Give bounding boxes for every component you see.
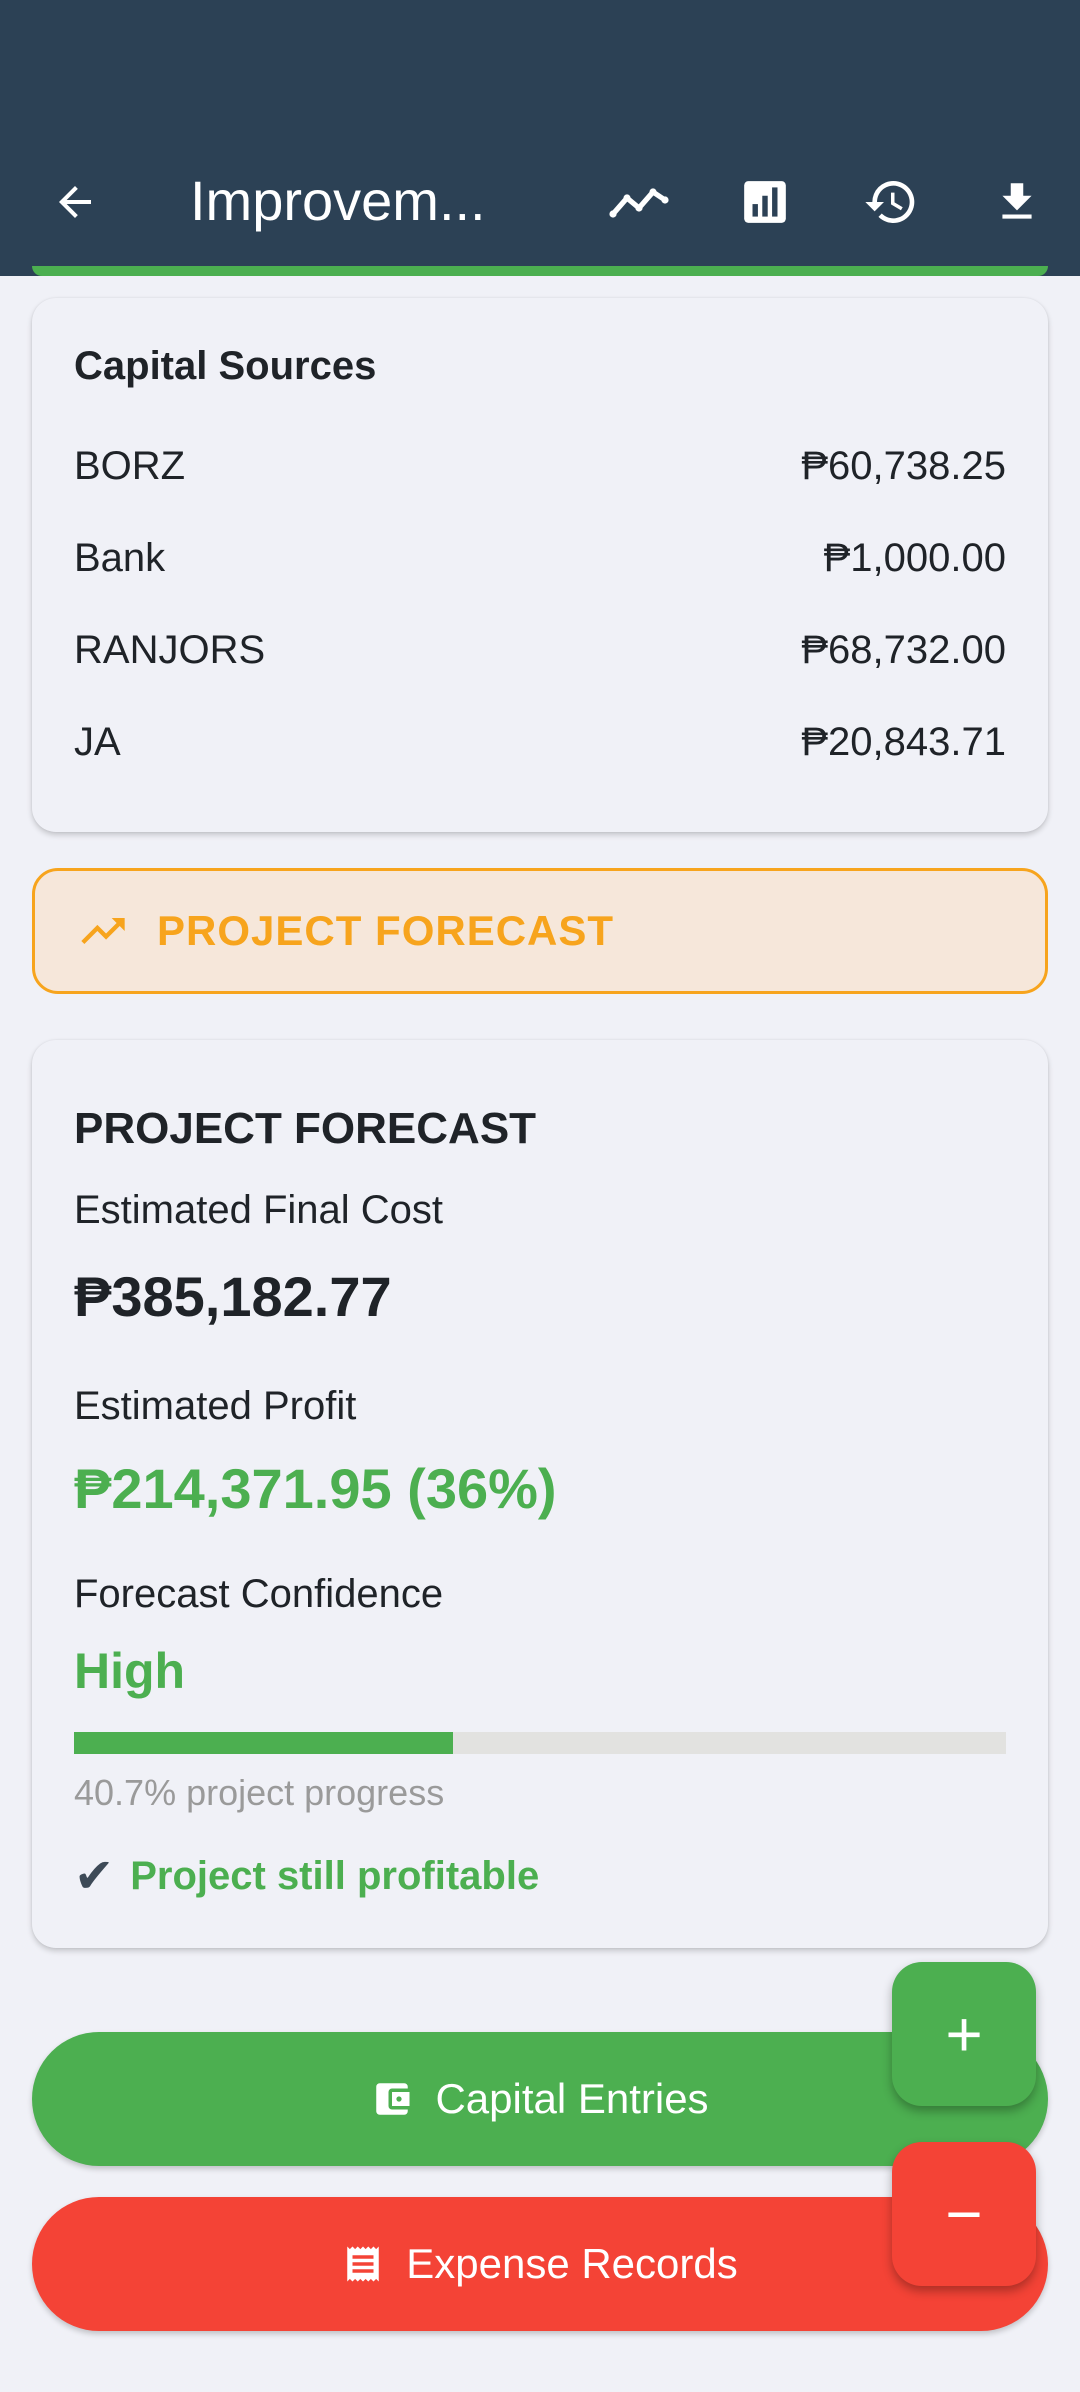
add-fab-button[interactable]: + xyxy=(892,1962,1036,2106)
progress-bar-fill xyxy=(74,1732,454,1754)
capital-source-row: JA ₱20,843.71 xyxy=(74,712,1006,772)
capital-sources-card: Capital Sources BORZ ₱60,738.25 Bank ₱1,… xyxy=(32,298,1048,832)
toolbar: Improvem... xyxy=(0,140,1080,260)
source-name: BORZ xyxy=(74,443,186,488)
source-amount: ₱68,732.00 xyxy=(801,627,1006,672)
project-forecast-toggle[interactable]: PROJECT FORECAST xyxy=(32,868,1048,994)
confidence-label: Forecast Confidence xyxy=(74,1572,444,1616)
remove-fab-button[interactable]: − xyxy=(892,2142,1036,2286)
final-cost-value: ₱385,182.77 xyxy=(74,1265,392,1328)
green-accent-strip xyxy=(32,266,1048,276)
profit-status-text: Project still profitable xyxy=(130,1853,540,1898)
project-forecast-label: PROJECT FORECAST xyxy=(157,907,615,954)
source-name: RANJORS xyxy=(74,627,266,672)
receipt-icon xyxy=(347,2246,379,2282)
trend-button[interactable] xyxy=(594,162,684,242)
download-icon xyxy=(1002,183,1032,219)
checkmark-icon: ✔ xyxy=(74,1850,115,1903)
app-bar: Improvem... xyxy=(0,0,1080,276)
trending-up-icon xyxy=(75,903,131,959)
progress-text: 40.7% project progress xyxy=(74,1772,445,1813)
expense-records-label: Expense Records xyxy=(406,2240,738,2287)
trend-line-icon xyxy=(609,188,669,218)
source-amount: ₱60,738.25 xyxy=(801,443,1006,488)
back-button[interactable] xyxy=(30,162,120,242)
bar-chart-icon xyxy=(744,181,786,223)
source-amount: ₱20,843.71 xyxy=(801,719,1006,764)
capital-entries-label: Capital Entries xyxy=(435,2075,709,2122)
download-button[interactable] xyxy=(972,162,1062,242)
progress-bar xyxy=(74,1732,1006,1754)
profit-status: ✔ Project still profitable xyxy=(74,1848,539,1904)
final-cost-label: Estimated Final Cost xyxy=(74,1188,444,1232)
forecast-title: PROJECT FORECAST xyxy=(74,1104,537,1153)
history-button[interactable] xyxy=(846,162,936,242)
minus-icon: − xyxy=(945,2178,983,2250)
page-title: Improvem... xyxy=(190,169,486,232)
confidence-value: High xyxy=(74,1643,186,1699)
profit-label: Estimated Profit xyxy=(74,1384,357,1428)
capital-source-row: RANJORS ₱68,732.00 xyxy=(74,620,1006,680)
source-name: JA xyxy=(74,719,121,764)
source-amount: ₱1,000.00 xyxy=(823,535,1006,580)
history-icon xyxy=(865,181,915,223)
capital-sources-title: Capital Sources xyxy=(74,344,377,388)
profit-value: ₱214,371.95 (36%) xyxy=(74,1457,557,1520)
arrow-left-icon xyxy=(59,186,91,218)
capital-source-row: BORZ ₱60,738.25 xyxy=(74,436,1006,496)
plus-icon: + xyxy=(945,1998,983,2070)
project-forecast-card: PROJECT FORECAST Estimated Final Cost ₱3… xyxy=(32,1040,1048,1948)
capital-source-row: Bank ₱1,000.00 xyxy=(74,528,1006,588)
wallet-icon xyxy=(376,2083,410,2115)
source-name: Bank xyxy=(74,535,166,580)
chart-button[interactable] xyxy=(720,162,810,242)
